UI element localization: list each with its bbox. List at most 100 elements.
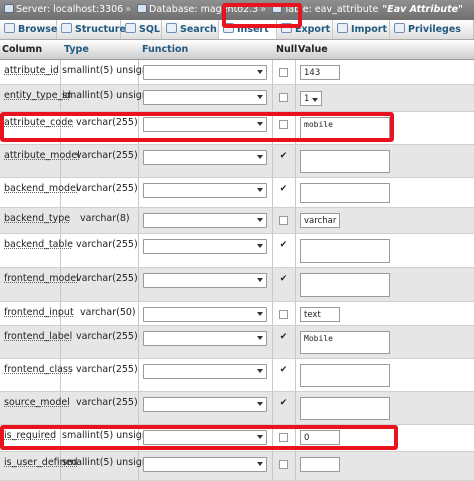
database-icon	[137, 4, 148, 13]
function-select[interactable]	[143, 150, 267, 165]
column-divider	[138, 302, 139, 325]
field-name: is_required	[4, 430, 57, 441]
tab-insert[interactable]: Insert	[219, 20, 277, 39]
value-text: 143	[304, 68, 321, 78]
value-text: varchar	[304, 216, 337, 226]
chevron-down-icon	[257, 402, 263, 406]
tab-search[interactable]: Search	[162, 20, 219, 39]
null-checkbox[interactable]: ✔	[279, 185, 288, 195]
null-checkbox[interactable]	[279, 216, 288, 225]
column-divider	[138, 112, 139, 144]
column-divider	[138, 268, 139, 301]
field-type: varchar(255)	[76, 364, 138, 375]
column-header-function[interactable]: Function	[142, 40, 188, 59]
structure-icon	[61, 23, 72, 33]
function-select[interactable]	[143, 307, 267, 322]
null-checkbox[interactable]: ✔	[279, 399, 288, 409]
breadcrumb-table[interactable]: Table: eav_attribute	[268, 0, 378, 20]
column-divider	[272, 85, 273, 111]
null-checkbox[interactable]	[279, 120, 288, 129]
tab-privileges[interactable]: Privileges	[390, 20, 474, 39]
chevron-down-icon	[257, 244, 263, 248]
column-divider	[60, 425, 61, 451]
function-select[interactable]	[143, 183, 267, 198]
function-select[interactable]	[143, 90, 267, 105]
function-select[interactable]	[143, 331, 267, 346]
null-checkbox[interactable]: ✔	[279, 241, 288, 251]
null-checkbox[interactable]: ✔	[279, 152, 288, 162]
value-textarea[interactable]: mobile	[300, 117, 390, 140]
tab-label: SQL	[139, 24, 160, 35]
column-header-type[interactable]: Type	[64, 40, 89, 59]
chevron-down-icon	[257, 70, 263, 74]
table-row: frontend_input varchar(50) text	[0, 302, 474, 326]
tab-label: Privileges	[408, 24, 461, 35]
tab-label: Search	[180, 24, 217, 35]
tab-browse[interactable]: Browse	[0, 20, 57, 39]
tab-export[interactable]: Export	[277, 20, 333, 39]
null-checkbox[interactable]	[279, 433, 288, 442]
table-row: entity_type_id smallint(5) unsigned 1	[0, 85, 474, 112]
value-input[interactable]: varchar	[300, 213, 340, 228]
function-select[interactable]	[143, 117, 267, 132]
field-type: varchar(255)	[76, 331, 138, 342]
table-row: attribute_model varchar(255) ✔	[0, 145, 474, 178]
null-checkbox[interactable]: ✔	[279, 333, 288, 343]
table-icon	[272, 4, 283, 13]
tab-import[interactable]: Import	[333, 20, 390, 39]
chevron-down-icon	[257, 122, 263, 126]
column-divider	[138, 392, 139, 424]
null-checkbox[interactable]	[279, 460, 288, 469]
table-row: backend_model varchar(255) ✔	[0, 178, 474, 208]
column-divider	[295, 85, 296, 111]
tab-sql[interactable]: SQL	[121, 20, 162, 39]
value-input[interactable]	[300, 457, 340, 472]
tab-structure[interactable]: Structure	[57, 20, 126, 39]
field-name: attribute_id	[4, 65, 59, 76]
column-divider	[295, 302, 296, 325]
value-textarea[interactable]	[300, 273, 390, 297]
function-select[interactable]	[143, 239, 267, 254]
column-divider	[60, 60, 61, 84]
value-textarea[interactable]	[300, 364, 390, 387]
field-type: varchar(8)	[80, 213, 130, 224]
value-select[interactable]: 1	[300, 91, 322, 106]
value-textarea[interactable]: Mobile	[300, 331, 390, 354]
function-select[interactable]	[143, 457, 267, 472]
column-divider	[272, 302, 273, 325]
field-name: frontend_input	[4, 307, 74, 318]
value-textarea[interactable]	[300, 183, 390, 203]
value-input[interactable]: text	[300, 307, 340, 322]
column-divider	[272, 359, 273, 391]
function-select[interactable]	[143, 273, 267, 288]
null-checkbox[interactable]	[279, 93, 288, 102]
breadcrumb-server[interactable]: Server: localhost:3306	[0, 0, 123, 20]
function-select[interactable]	[143, 397, 267, 412]
value-textarea[interactable]	[300, 150, 390, 173]
column-header-column: Column	[2, 44, 43, 55]
column-divider	[295, 425, 296, 451]
field-name: attribute_model	[4, 150, 80, 161]
server-icon	[4, 4, 14, 13]
null-checkbox[interactable]	[279, 68, 288, 77]
null-checkbox[interactable]: ✔	[279, 366, 288, 376]
field-name: backend_table	[4, 239, 73, 250]
value-input[interactable]: 0	[300, 430, 340, 445]
column-divider	[138, 178, 139, 207]
breadcrumb-database[interactable]: Database: magento2.3	[133, 0, 258, 20]
chevron-down-icon	[312, 98, 318, 102]
column-divider	[295, 359, 296, 391]
value-input[interactable]: 143	[300, 65, 340, 80]
value-textarea[interactable]	[300, 239, 390, 263]
chevron-down-icon	[257, 336, 263, 340]
chevron-down-icon	[257, 312, 263, 316]
function-select[interactable]	[143, 65, 267, 80]
null-checkbox[interactable]: ✔	[279, 275, 288, 285]
value-textarea[interactable]	[300, 397, 390, 420]
function-select[interactable]	[143, 213, 267, 228]
field-type: varchar(255)	[76, 183, 138, 194]
function-select[interactable]	[143, 364, 267, 379]
null-checkbox[interactable]	[279, 310, 288, 319]
insert-icon	[223, 23, 234, 33]
function-select[interactable]	[143, 430, 267, 445]
